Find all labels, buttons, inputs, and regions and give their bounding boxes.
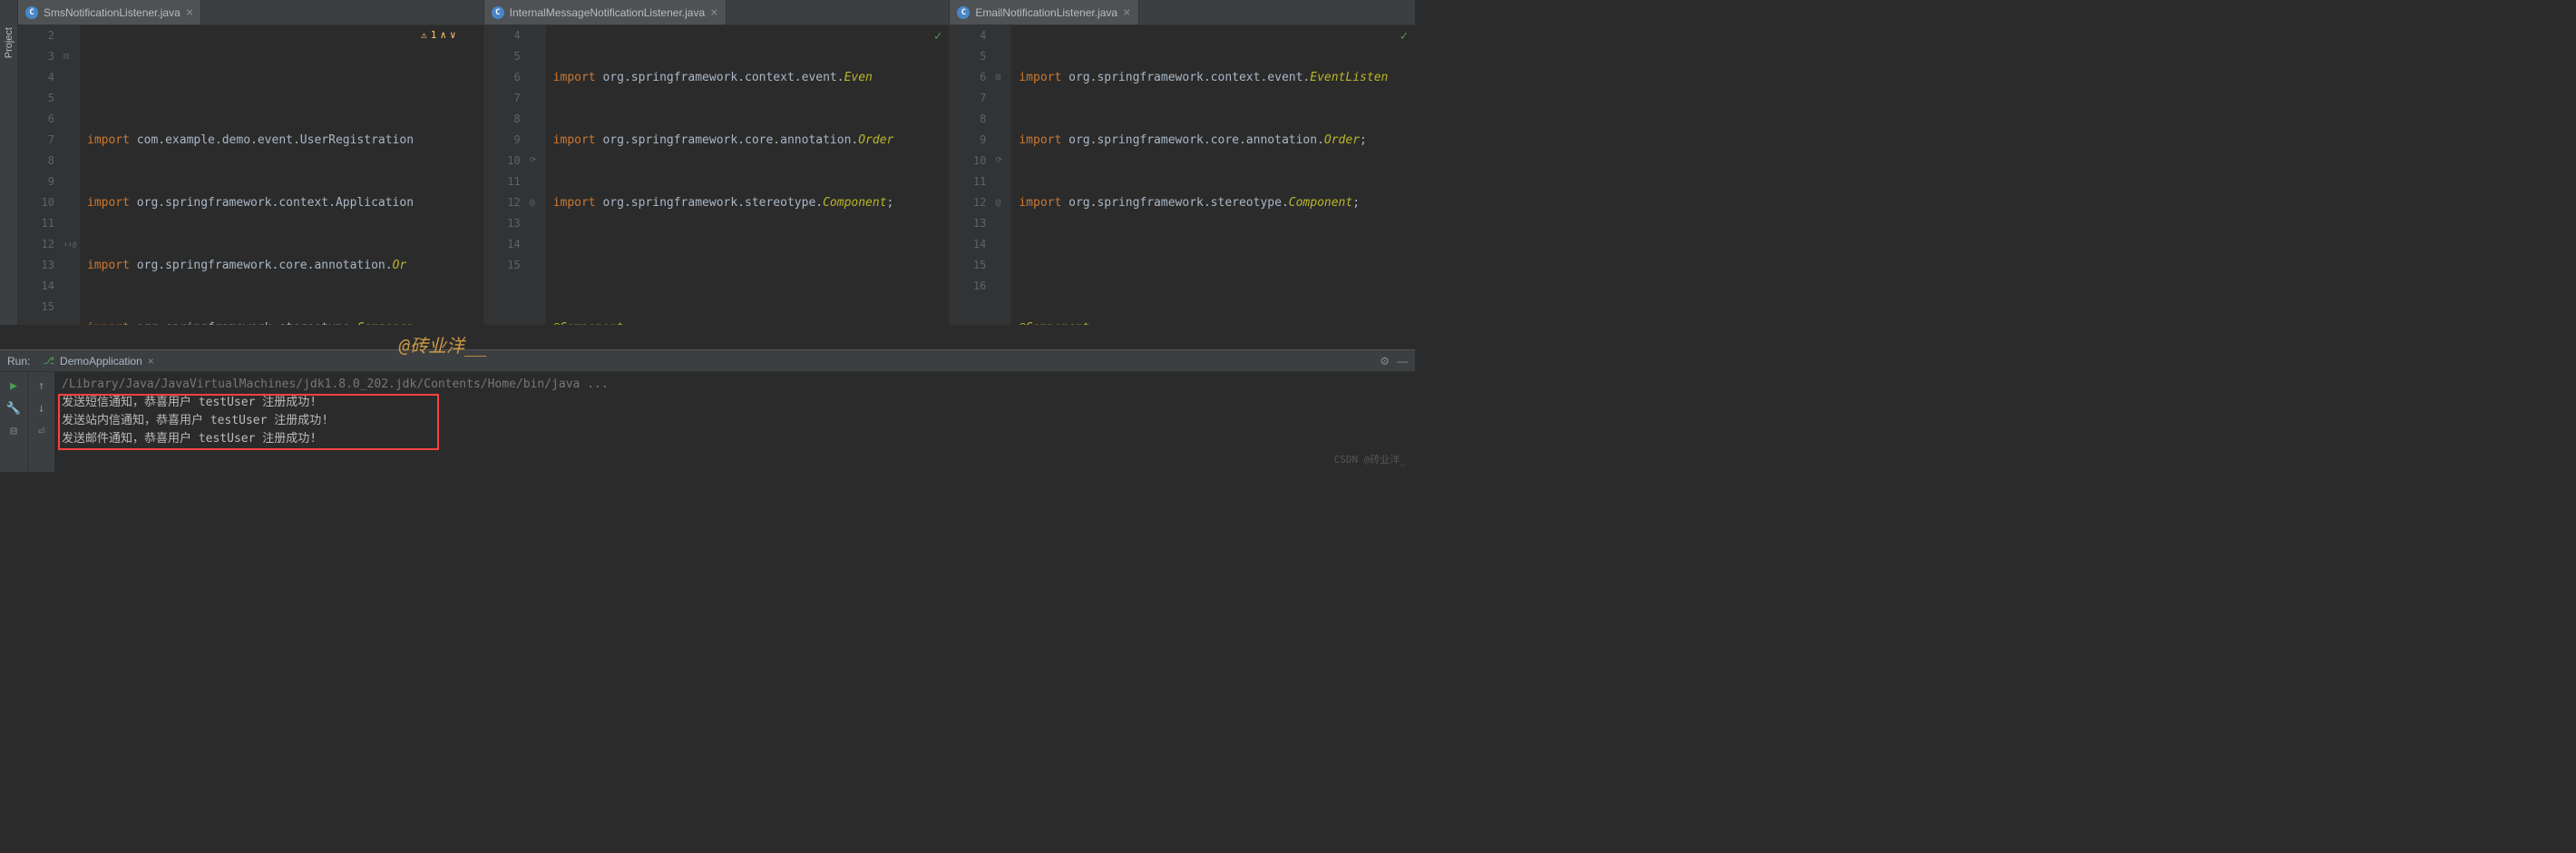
minimize-icon[interactable]: — (1397, 355, 1408, 368)
tab-sms-listener[interactable]: C SmsNotificationListener.java × (18, 0, 201, 25)
code-content[interactable]: import org.springframework.context.event… (546, 25, 950, 325)
inspection-ok-icon[interactable]: ✓ (934, 29, 942, 44)
line-number-gutter[interactable]: 23456789101112131415 (18, 25, 63, 325)
console-output[interactable]: /Library/Java/JavaVirtualMachines/jdk1.8… (54, 372, 1415, 472)
output-line: 发送站内信通知，恭喜用户 testUser 注册成功! (62, 412, 1408, 430)
footer-credit: CSDN @砖业洋_ (1334, 452, 1406, 466)
close-icon[interactable]: × (186, 5, 193, 20)
editor-pane-internal: C InternalMessageNotificationListener.ja… (484, 0, 951, 325)
run-left-toolbar: ▶ 🔧 ⊟ (0, 372, 27, 472)
run-header: Run: ⎇ DemoApplication × ⚙ — (0, 350, 1415, 372)
run-config-icon: ⎇ (43, 355, 54, 367)
inspection-warning-indicator[interactable]: ⚠ 1 ∧ ∨ (421, 29, 456, 41)
run-config-tab[interactable]: ⎇ DemoApplication × (37, 353, 159, 369)
gutter-icons: ⊟ ⟳ @ (995, 25, 1011, 325)
code-area[interactable]: ⚠ 1 ∧ ∨ 23456789101112131415 ⊟ ⬇⬆@ impor… (18, 25, 483, 325)
gear-icon[interactable]: ⚙ (1380, 355, 1390, 368)
close-icon[interactable]: × (1123, 5, 1130, 20)
java-class-icon: C (957, 6, 970, 19)
run-label: Run: (7, 355, 30, 368)
chevron-down-icon[interactable]: ∨ (450, 29, 456, 41)
layout-icon[interactable]: ⊟ (10, 425, 17, 438)
run-tool-window: Run: ⎇ DemoApplication × ⚙ — ▶ 🔧 ⊟ ↑ ↓ ⏎… (0, 349, 1415, 472)
editor-pane-sms: C SmsNotificationListener.java × ⚠ 1 ∧ ∨… (18, 0, 484, 325)
tab-name: InternalMessageNotificationListener.java (510, 6, 705, 19)
rerun-icon[interactable]: ▶ (10, 379, 17, 393)
editor-split-container: C SmsNotificationListener.java × ⚠ 1 ∧ ∨… (18, 0, 1415, 325)
soft-wrap-icon[interactable]: ⏎ (38, 425, 45, 438)
line-number-gutter[interactable]: 45678910111213141516 (950, 25, 995, 325)
close-icon[interactable]: × (148, 355, 154, 368)
run-left-toolbar-2: ↑ ↓ ⏎ (27, 372, 54, 472)
code-area[interactable]: ✓ 456789101112131415 ⟳ @ import org.spri… (484, 25, 950, 325)
gutter-icons: ⊟ ⬇⬆@ (63, 25, 80, 325)
warning-icon: ⚠ (421, 29, 427, 41)
gutter-icons: ⟳ @ (530, 25, 546, 325)
chevron-up-icon[interactable]: ∧ (440, 29, 446, 41)
code-content[interactable]: import org.springframework.context.event… (1011, 25, 1415, 325)
tab-email-listener[interactable]: C EmailNotificationListener.java × (950, 0, 1138, 25)
project-tool-window-stripe[interactable]: Project (0, 0, 18, 325)
inspection-ok-icon[interactable]: ✓ (1400, 29, 1408, 44)
wrench-icon[interactable]: 🔧 (6, 402, 21, 416)
warning-count: 1 (431, 29, 437, 41)
close-icon[interactable]: × (710, 5, 717, 20)
tab-name: EmailNotificationListener.java (975, 6, 1117, 19)
tab-bar: C SmsNotificationListener.java × (18, 0, 483, 25)
code-area[interactable]: ✓ 45678910111213141516 ⊟ ⟳ @ import org.… (950, 25, 1415, 325)
output-line: 发送短信通知，恭喜用户 testUser 注册成功! (62, 394, 1408, 412)
down-icon[interactable]: ↓ (38, 402, 45, 416)
project-tool-label[interactable]: Project (4, 27, 15, 58)
tab-name: SmsNotificationListener.java (44, 6, 181, 19)
watermark-text: @砖业洋__ (399, 331, 486, 358)
run-config-name: DemoApplication (60, 355, 142, 368)
output-line: 发送邮件通知，恭喜用户 testUser 注册成功! (62, 430, 1408, 448)
line-number-gutter[interactable]: 456789101112131415 (484, 25, 530, 325)
command-line: /Library/Java/JavaVirtualMachines/jdk1.8… (62, 376, 1408, 394)
java-class-icon: C (492, 6, 504, 19)
tab-internal-listener[interactable]: C InternalMessageNotificationListener.ja… (484, 0, 727, 25)
java-class-icon: C (25, 6, 38, 19)
code-content[interactable]: import com.example.demo.event.UserRegist… (80, 25, 483, 325)
up-icon[interactable]: ↑ (38, 379, 45, 393)
editor-pane-email: C EmailNotificationListener.java × ✓ 456… (950, 0, 1415, 325)
